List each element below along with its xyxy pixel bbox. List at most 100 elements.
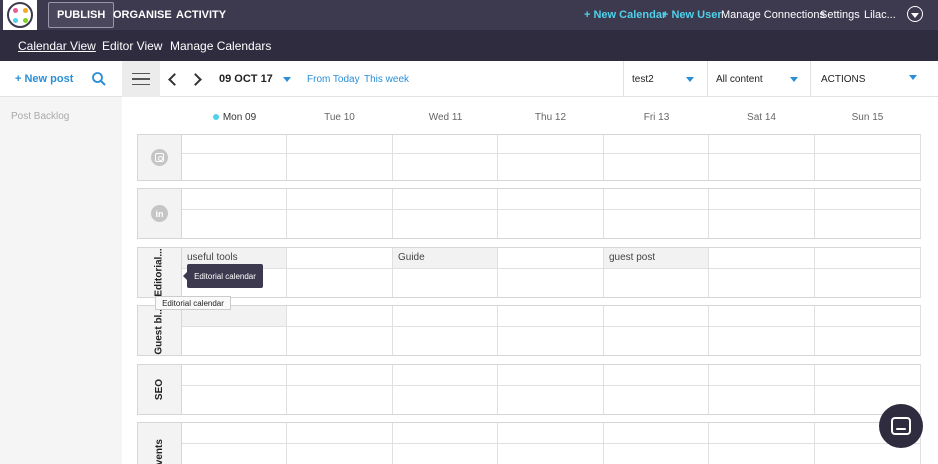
new-calendar-link[interactable]: + New Calendar	[584, 0, 666, 30]
nav-activity[interactable]: ACTIVITY	[168, 2, 234, 28]
calendar-cell[interactable]	[393, 269, 498, 297]
tab-calendar-view[interactable]: Calendar View	[18, 30, 96, 61]
calendar-cell[interactable]	[709, 365, 815, 386]
tab-editor-view[interactable]: Editor View	[102, 30, 162, 61]
menu-toggle-button[interactable]	[122, 61, 160, 97]
calendar-cell[interactable]	[182, 444, 287, 464]
manage-connections-link[interactable]: Manage Connections	[721, 0, 825, 30]
calendar-cell[interactable]	[815, 269, 921, 297]
calendar-cell[interactable]	[393, 365, 498, 386]
date-picker[interactable]: 09 OCT 17	[219, 61, 273, 97]
calendar-cell[interactable]	[393, 306, 498, 327]
calendar-cell[interactable]	[709, 154, 815, 180]
calendar-cell[interactable]	[604, 386, 709, 414]
calendar-cell[interactable]	[498, 135, 604, 154]
new-user-link[interactable]: + New User	[662, 0, 722, 30]
calendar-cell[interactable]	[287, 248, 393, 269]
calendar-cell[interactable]	[182, 365, 287, 386]
calendar-cell[interactable]	[182, 210, 287, 238]
calendar-select[interactable]: test2	[623, 61, 707, 97]
calendar-cell[interactable]	[815, 306, 921, 327]
tab-manage-calendars[interactable]: Manage Calendars	[170, 30, 271, 61]
calendar-cell[interactable]	[498, 365, 604, 386]
calendar-cell[interactable]	[604, 269, 709, 297]
calendar-cell[interactable]	[393, 135, 498, 154]
row-label-editorial[interactable]: Editorial...	[154, 248, 165, 296]
user-name[interactable]: Lilac...	[864, 0, 896, 30]
calendar-select-caret-icon[interactable]	[686, 77, 694, 82]
calendar-cell[interactable]	[815, 210, 921, 238]
calendar-cell[interactable]	[287, 189, 393, 210]
calendar-cell[interactable]	[709, 423, 815, 444]
calendar-cell[interactable]	[287, 386, 393, 414]
calendar-cell[interactable]	[498, 189, 604, 210]
calendar-cell[interactable]	[498, 269, 604, 297]
date-caret-icon[interactable]	[283, 77, 291, 82]
calendar-cell[interactable]	[604, 327, 709, 355]
calendar-cell[interactable]	[709, 189, 815, 210]
calendar-cell[interactable]	[393, 386, 498, 414]
calendar-cell[interactable]	[604, 444, 709, 464]
calendar-cell[interactable]	[287, 154, 393, 180]
calendar-cell[interactable]	[709, 248, 815, 269]
post-guest-post[interactable]: guest post	[609, 252, 655, 263]
calendar-cell[interactable]	[498, 306, 604, 327]
content-filter-caret-icon[interactable]	[790, 77, 798, 82]
calendar-cell[interactable]	[815, 248, 921, 269]
chevron-down-icon[interactable]	[907, 6, 923, 22]
calendar-cell[interactable]	[287, 365, 393, 386]
calendar-cell[interactable]	[182, 154, 287, 180]
calendar-cell[interactable]	[604, 423, 709, 444]
calendar-cell[interactable]	[287, 210, 393, 238]
actions-caret-icon[interactable]	[909, 75, 917, 80]
calendar-cell[interactable]	[604, 210, 709, 238]
calendar-cell[interactable]	[815, 135, 921, 154]
calendar-cell[interactable]	[393, 423, 498, 444]
calendar-cell[interactable]	[393, 327, 498, 355]
post-guide[interactable]: Guide	[398, 252, 425, 263]
calendar-cell[interactable]	[604, 189, 709, 210]
calendar-cell[interactable]	[393, 154, 498, 180]
calendar-cell[interactable]	[498, 444, 604, 464]
calendar-cell[interactable]	[393, 444, 498, 464]
from-today-link[interactable]: From Today	[307, 61, 360, 97]
calendar-cell[interactable]	[287, 269, 393, 297]
calendar-cell[interactable]	[182, 386, 287, 414]
next-week-button[interactable]	[190, 71, 204, 87]
calendar-cell[interactable]	[393, 189, 498, 210]
calendar-cell[interactable]	[287, 423, 393, 444]
calendar-cell[interactable]	[287, 444, 393, 464]
calendar-cell[interactable]	[182, 135, 287, 154]
calendar-cell[interactable]	[498, 154, 604, 180]
calendar-cell[interactable]	[815, 365, 921, 386]
settings-link[interactable]: Settings	[820, 0, 860, 30]
chat-support-button[interactable]	[879, 404, 923, 448]
new-post-button[interactable]: + New post	[15, 61, 73, 97]
calendar-cell[interactable]	[604, 306, 709, 327]
calendar-cell[interactable]	[709, 386, 815, 414]
calendar-cell[interactable]	[709, 210, 815, 238]
row-label-events[interactable]: Events	[154, 439, 165, 464]
calendar-cell[interactable]	[709, 135, 815, 154]
calendar-cell[interactable]	[815, 154, 921, 180]
calendar-cell[interactable]	[604, 365, 709, 386]
this-week-link[interactable]: This week	[364, 61, 409, 97]
calendar-cell[interactable]	[287, 327, 393, 355]
calendar-cell[interactable]	[604, 135, 709, 154]
calendar-cell[interactable]	[498, 210, 604, 238]
calendar-cell[interactable]	[709, 269, 815, 297]
calendar-cell[interactable]	[709, 327, 815, 355]
calendar-cell[interactable]	[393, 210, 498, 238]
previous-week-button[interactable]	[166, 71, 180, 87]
calendar-cell[interactable]	[182, 189, 287, 210]
actions-select[interactable]: ACTIONS	[810, 61, 938, 97]
calendar-cell[interactable]	[709, 306, 815, 327]
calendar-cell[interactable]	[815, 327, 921, 355]
calendar-cell[interactable]	[498, 248, 604, 269]
calendar-cell[interactable]	[182, 327, 287, 355]
post-useful-tools[interactable]: useful tools	[187, 252, 238, 263]
calendar-cell[interactable]	[182, 423, 287, 444]
calendar-cell[interactable]	[709, 444, 815, 464]
calendar-cell[interactable]	[287, 306, 393, 327]
calendar-cell[interactable]	[498, 327, 604, 355]
